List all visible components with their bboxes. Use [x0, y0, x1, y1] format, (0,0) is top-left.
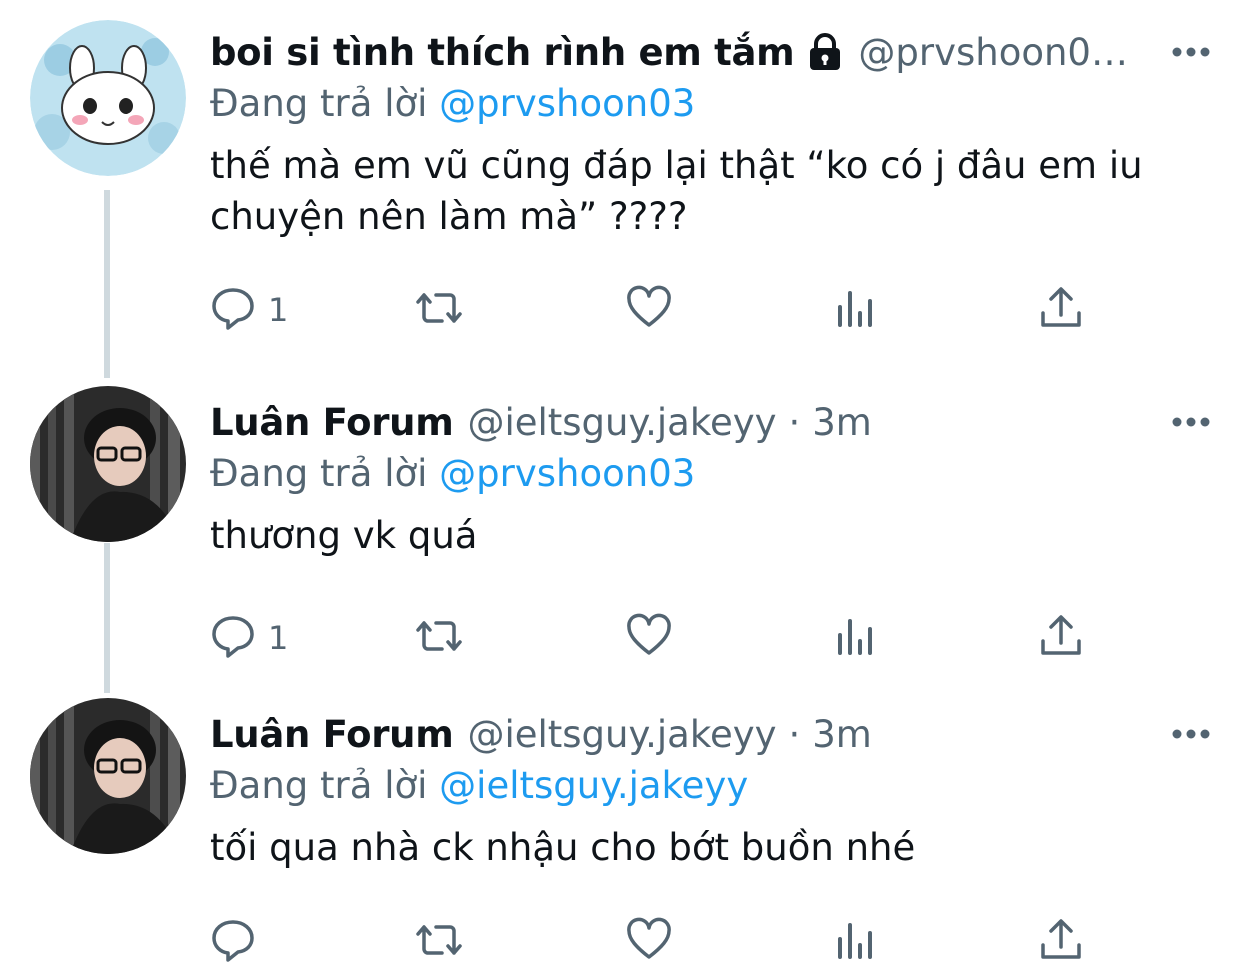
- user-handle[interactable]: @prvshoon0…: [858, 31, 1128, 74]
- avatar[interactable]: [30, 20, 186, 176]
- heart-icon: [626, 917, 672, 967]
- reply-button[interactable]: 1: [210, 610, 288, 666]
- lock-icon: [806, 32, 844, 72]
- heart-icon: [626, 613, 672, 663]
- retweet-button[interactable]: [416, 282, 462, 338]
- reply-icon: [210, 613, 256, 663]
- reply-mention-link[interactable]: @prvshoon03: [439, 82, 695, 125]
- reply-mention-link[interactable]: @prvshoon03: [439, 452, 695, 495]
- separator-dot: ·: [788, 400, 801, 444]
- tweet-header: Luân Forum @ieltsguy.jakeyy · 3m: [210, 708, 1211, 760]
- share-icon: [1038, 917, 1084, 967]
- tweet-header: Luân Forum @ieltsguy.jakeyy · 3m: [210, 396, 1211, 448]
- display-name[interactable]: Luân Forum: [210, 401, 454, 444]
- replying-to: Đang trả lời @prvshoon03: [210, 448, 1211, 500]
- tweet-actions: 1: [210, 282, 1110, 338]
- tweet-text: thương vk quá: [210, 514, 478, 557]
- more-icon[interactable]: [1171, 722, 1211, 746]
- replying-label: Đang trả lời: [210, 82, 428, 125]
- tweet-actions: [210, 914, 1110, 970]
- retweet-icon: [416, 285, 462, 335]
- display-name[interactable]: boi si tình thích rình em tắm: [210, 31, 795, 74]
- tweet-actions: 1: [210, 610, 1110, 666]
- reply-button[interactable]: 1: [210, 282, 288, 338]
- retweet-button[interactable]: [416, 914, 462, 970]
- views-button[interactable]: [832, 610, 878, 666]
- user-handle[interactable]: @ieltsguy.jakeyy: [467, 401, 776, 444]
- user-handle[interactable]: @ieltsguy.jakeyy: [467, 713, 776, 756]
- timestamp[interactable]: 3m: [812, 713, 872, 756]
- separator-dot: ·: [788, 712, 801, 756]
- heart-icon: [626, 285, 672, 335]
- tweet[interactable]: Luân Forum @ieltsguy.jakeyy · 3m Đang tr…: [0, 692, 1241, 972]
- avatar[interactable]: [30, 386, 186, 542]
- tweet-text: thế mà em vũ cũng đáp lại thật “ko có j …: [210, 144, 1143, 238]
- retweet-icon: [416, 613, 462, 663]
- replying-label: Đang trả lời: [210, 452, 428, 495]
- share-button[interactable]: [1038, 282, 1084, 338]
- like-button[interactable]: [626, 282, 672, 338]
- replying-label: Đang trả lời: [210, 764, 428, 807]
- retweet-button[interactable]: [416, 610, 462, 666]
- reply-count: 1: [268, 619, 289, 657]
- reply-icon: [210, 917, 256, 967]
- retweet-icon: [416, 917, 462, 967]
- tweet[interactable]: Luân Forum @ieltsguy.jakeyy · 3m Đang tr…: [0, 380, 1241, 690]
- like-button[interactable]: [626, 610, 672, 666]
- avatar[interactable]: [30, 698, 186, 854]
- display-name[interactable]: Luân Forum: [210, 713, 454, 756]
- share-button[interactable]: [1038, 914, 1084, 970]
- tweet-header: boi si tình thích rình em tắm @prvshoon0…: [210, 26, 1211, 78]
- views-button[interactable]: [832, 914, 878, 970]
- analytics-icon: [832, 285, 878, 335]
- share-icon: [1038, 285, 1084, 335]
- more-icon[interactable]: [1171, 410, 1211, 434]
- views-button[interactable]: [832, 282, 878, 338]
- analytics-icon: [832, 613, 878, 663]
- replying-to: Đang trả lời @ieltsguy.jakeyy: [210, 760, 1211, 812]
- like-button[interactable]: [626, 914, 672, 970]
- replying-to: Đang trả lời @prvshoon03: [210, 78, 1211, 130]
- tweet[interactable]: boi si tình thích rình em tắm @prvshoon0…: [0, 0, 1241, 360]
- share-button[interactable]: [1038, 610, 1084, 666]
- analytics-icon: [832, 917, 878, 967]
- reply-count: 1: [268, 291, 289, 329]
- reply-mention-link[interactable]: @ieltsguy.jakeyy: [439, 764, 748, 807]
- tweet-text: tối qua nhà ck nhậu cho bớt buồn nhé: [210, 826, 916, 869]
- share-icon: [1038, 613, 1084, 663]
- more-icon[interactable]: [1171, 40, 1211, 64]
- timestamp[interactable]: 3m: [812, 401, 872, 444]
- reply-icon: [210, 285, 256, 335]
- reply-button[interactable]: [210, 914, 256, 970]
